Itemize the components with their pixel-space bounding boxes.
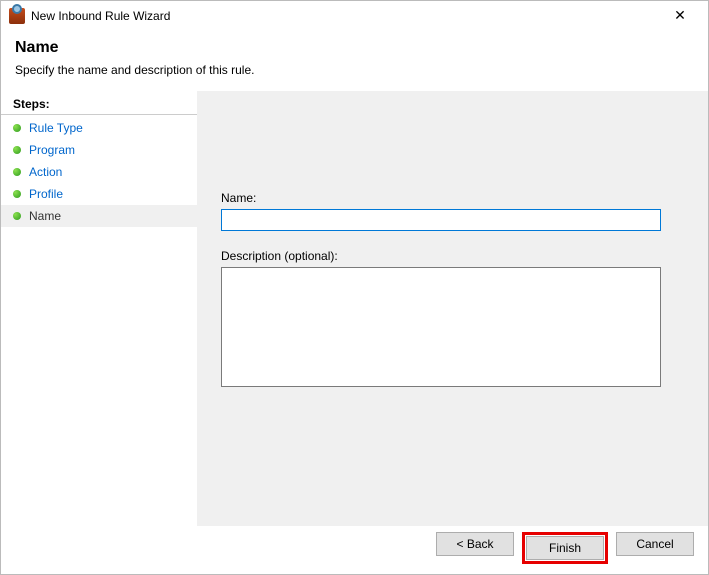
finish-highlight: Finish [522,532,608,564]
description-input[interactable] [221,267,661,387]
window-title: New Inbound Rule Wizard [31,9,170,23]
bullet-icon [13,146,21,154]
description-label: Description (optional): [221,249,678,263]
step-program[interactable]: Program [1,139,197,161]
step-label: Rule Type [29,121,83,135]
step-action[interactable]: Action [1,161,197,183]
page-title: Name [15,39,694,57]
form-area: Name: Description (optional): [197,91,708,390]
bullet-icon [13,124,21,132]
bullet-icon [13,190,21,198]
step-name[interactable]: Name [1,205,197,227]
step-rule-type[interactable]: Rule Type [1,117,197,139]
step-profile[interactable]: Profile [1,183,197,205]
wizard-header: Name Specify the name and description of… [1,31,708,91]
name-input[interactable] [221,209,661,231]
step-label: Program [29,143,75,157]
content-wrap: Steps: Rule Type Program Action Profile … [1,91,708,526]
titlebar: New Inbound Rule Wizard ✕ [1,1,708,31]
back-button[interactable]: < Back [436,532,514,556]
step-label: Profile [29,187,63,201]
page-subtitle: Specify the name and description of this… [15,63,694,77]
step-label: Name [29,209,61,223]
wizard-button-row: < Back Finish Cancel [436,532,694,564]
steps-sidebar: Steps: Rule Type Program Action Profile … [1,91,197,526]
bullet-icon [13,212,21,220]
finish-button[interactable]: Finish [526,536,604,560]
cancel-button[interactable]: Cancel [616,532,694,556]
close-button[interactable]: ✕ [660,2,700,30]
name-label: Name: [221,191,678,205]
steps-heading: Steps: [1,95,197,115]
firewall-icon [9,8,25,24]
step-label: Action [29,165,62,179]
bullet-icon [13,168,21,176]
wizard-main-panel: Name: Description (optional): [197,91,708,526]
